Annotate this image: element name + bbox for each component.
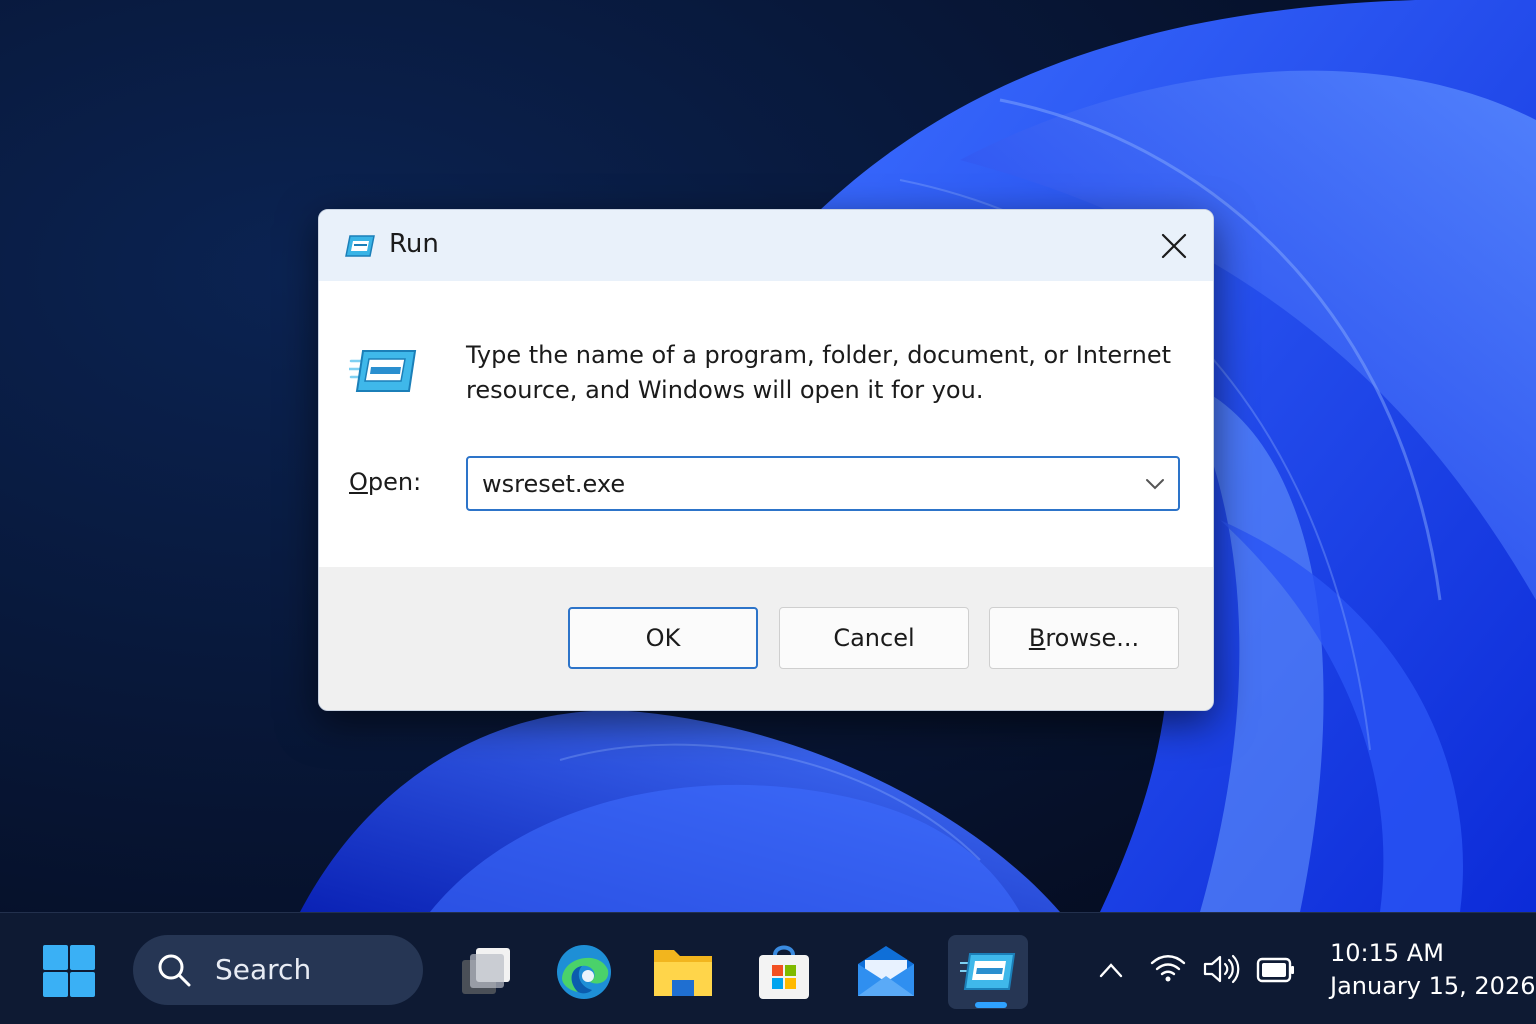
volume-icon[interactable] bbox=[1202, 953, 1240, 985]
taskbar-edge[interactable] bbox=[544, 935, 624, 1009]
title-bar[interactable]: Run bbox=[319, 210, 1213, 281]
open-label: Open: bbox=[349, 468, 422, 496]
run-app-icon bbox=[345, 235, 375, 257]
browse-button[interactable]: Browse... bbox=[989, 607, 1179, 669]
ok-button[interactable]: OK bbox=[568, 607, 758, 669]
open-input[interactable] bbox=[482, 458, 1122, 509]
taskbar-store[interactable] bbox=[744, 935, 824, 1009]
chevron-up-icon[interactable] bbox=[1098, 961, 1124, 979]
taskbar-file-explorer[interactable] bbox=[643, 935, 723, 1009]
taskbar-search[interactable]: Search bbox=[133, 935, 423, 1005]
run-app-icon bbox=[960, 953, 1016, 990]
wifi-icon[interactable] bbox=[1150, 953, 1186, 983]
open-combobox[interactable] bbox=[466, 456, 1180, 511]
dialog-content: Type the name of a program, folder, docu… bbox=[319, 281, 1213, 567]
close-button[interactable] bbox=[1135, 210, 1213, 281]
clock-date: January 15, 2026 bbox=[1330, 972, 1536, 1000]
close-icon bbox=[1161, 233, 1187, 258]
run-dialog: Run Type the name of a program, folder, … bbox=[318, 209, 1214, 711]
dialog-title: Run bbox=[389, 229, 439, 259]
dialog-description: Type the name of a program, folder, docu… bbox=[466, 341, 1172, 404]
start-icon bbox=[43, 945, 95, 997]
clock-time: 10:15 AM bbox=[1330, 939, 1444, 967]
active-app-indicator bbox=[975, 1002, 1007, 1008]
taskbar-task-view[interactable] bbox=[446, 935, 526, 1009]
task-view-icon bbox=[462, 948, 510, 994]
system-clock[interactable]: 10:15 AM January 15, 2026 bbox=[1330, 937, 1536, 1003]
edge-icon bbox=[557, 945, 611, 999]
file-explorer-icon bbox=[654, 950, 712, 996]
start-button[interactable] bbox=[38, 941, 100, 1001]
search-placeholder: Search bbox=[215, 953, 312, 986]
taskbar-mail[interactable] bbox=[846, 935, 926, 1009]
mail-icon bbox=[858, 946, 914, 996]
cancel-button[interactable]: Cancel bbox=[779, 607, 969, 669]
store-icon bbox=[759, 945, 809, 999]
chevron-down-icon[interactable] bbox=[1144, 473, 1166, 495]
run-app-icon bbox=[349, 350, 417, 392]
taskbar: Search 10:15 AM January 15, 2026 bbox=[0, 912, 1536, 1024]
battery-icon[interactable] bbox=[1256, 957, 1296, 983]
dialog-footer: OK Cancel Browse... bbox=[319, 567, 1213, 710]
search-icon bbox=[158, 954, 191, 987]
taskbar-run[interactable] bbox=[948, 935, 1028, 1009]
